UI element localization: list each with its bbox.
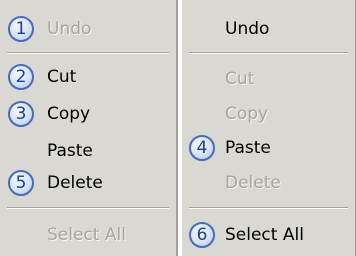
menu-item-cut[interactable]: 2 Cut	[0, 60, 176, 94]
menu-item-label: Paste	[225, 138, 271, 158]
menu-item-label: Paste	[47, 141, 93, 161]
menu-separator	[7, 207, 169, 209]
menu-item-delete[interactable]: 5 Delete	[0, 166, 176, 200]
menu-item-label: Undo	[47, 19, 92, 39]
menu-item-select-all: Select All	[0, 218, 176, 252]
step-badge: 6	[189, 222, 215, 248]
menu-item-label: Cut	[47, 67, 77, 87]
menu-item-label: Cut	[225, 69, 255, 89]
step-badge: 5	[8, 170, 34, 196]
menu-item-label: Delete	[47, 173, 103, 193]
menu-item-label: Select All	[47, 225, 126, 245]
step-badge: 2	[8, 64, 34, 90]
menu-item-undo: 1 Undo	[0, 12, 176, 46]
menu-item-cut: Cut	[182, 62, 355, 96]
step-badge: 1	[8, 16, 34, 42]
menu-separator	[189, 207, 348, 209]
context-menu-right: Undo Cut Copy 4 Paste Delete 6 Select Al…	[181, 0, 356, 256]
step-badge: 4	[189, 135, 215, 161]
menu-item-copy[interactable]: 3 Copy	[0, 97, 176, 131]
menu-item-select-all[interactable]: 6 Select All	[182, 218, 355, 252]
menu-item-label: Copy	[47, 104, 91, 124]
menu-item-label: Select All	[225, 225, 304, 245]
menu-item-copy: Copy	[182, 97, 355, 131]
menu-separator	[189, 52, 348, 54]
menu-item-paste[interactable]: 4 Paste	[182, 131, 355, 165]
menu-item-label: Undo	[225, 19, 270, 39]
menu-separator	[7, 52, 169, 54]
menu-item-label: Copy	[225, 104, 269, 124]
menu-item-undo[interactable]: Undo	[182, 12, 355, 46]
menu-item-delete: Delete	[182, 166, 355, 200]
context-menu-left: 1 Undo 2 Cut 3 Copy Paste 5 Delete Selec…	[0, 0, 178, 256]
menu-item-paste[interactable]: Paste	[0, 134, 176, 168]
step-badge: 3	[8, 101, 34, 127]
menu-item-label: Delete	[225, 173, 281, 193]
